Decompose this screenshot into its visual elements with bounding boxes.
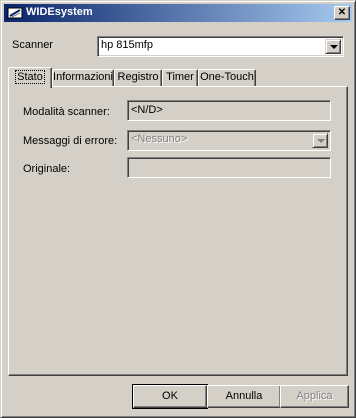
tab-informazioni[interactable]: Informazioni (52, 69, 114, 86)
errors-select-value: <Nessuno> (131, 133, 188, 145)
chevron-down-icon[interactable] (312, 133, 328, 148)
scanner-label: Scanner (12, 39, 53, 51)
scanner-select[interactable]: hp 815mfp (97, 36, 344, 57)
tab-registro[interactable]: Registro (114, 69, 162, 86)
close-button[interactable]: ✕ (334, 6, 350, 20)
tab-one-touch[interactable]: One-Touch (198, 69, 256, 86)
ok-button[interactable]: OK (132, 384, 208, 409)
errors-select[interactable]: <Nessuno> (127, 130, 331, 151)
tab-timer[interactable]: Timer (162, 69, 198, 86)
tab-registro-label: Registro (117, 71, 159, 83)
tab-stato[interactable]: Stato (8, 67, 52, 88)
chevron-down-icon[interactable] (325, 39, 341, 54)
dialog-window: WIDEsystem ✕ Scanner hp 815mfp Stato Inf… (0, 0, 356, 418)
cancel-button[interactable]: Annulla (207, 385, 281, 408)
original-label: Originale: (23, 163, 71, 175)
errors-label: Messaggi di errore: (23, 135, 118, 147)
apply-button[interactable]: Applica (280, 385, 349, 408)
tab-stato-label: Stato (15, 70, 45, 84)
tab-panel-stato: Modalità scanner: <N/D> Messaggi di erro… (8, 86, 348, 376)
app-icon (7, 7, 23, 19)
title-bar[interactable]: WIDEsystem ✕ (4, 4, 352, 22)
scanner-select-value: hp 815mfp (101, 39, 153, 51)
window-title: WIDEsystem (26, 6, 93, 18)
mode-field: <N/D> (127, 100, 331, 121)
close-icon: ✕ (337, 7, 347, 18)
mode-value: <N/D> (131, 104, 163, 116)
tab-timer-label: Timer (166, 71, 194, 83)
tab-informazioni-label: Informazioni (53, 71, 113, 83)
mode-label: Modalità scanner: (23, 106, 110, 118)
tab-one-touch-label: One-Touch (200, 71, 254, 83)
original-field (127, 157, 331, 178)
